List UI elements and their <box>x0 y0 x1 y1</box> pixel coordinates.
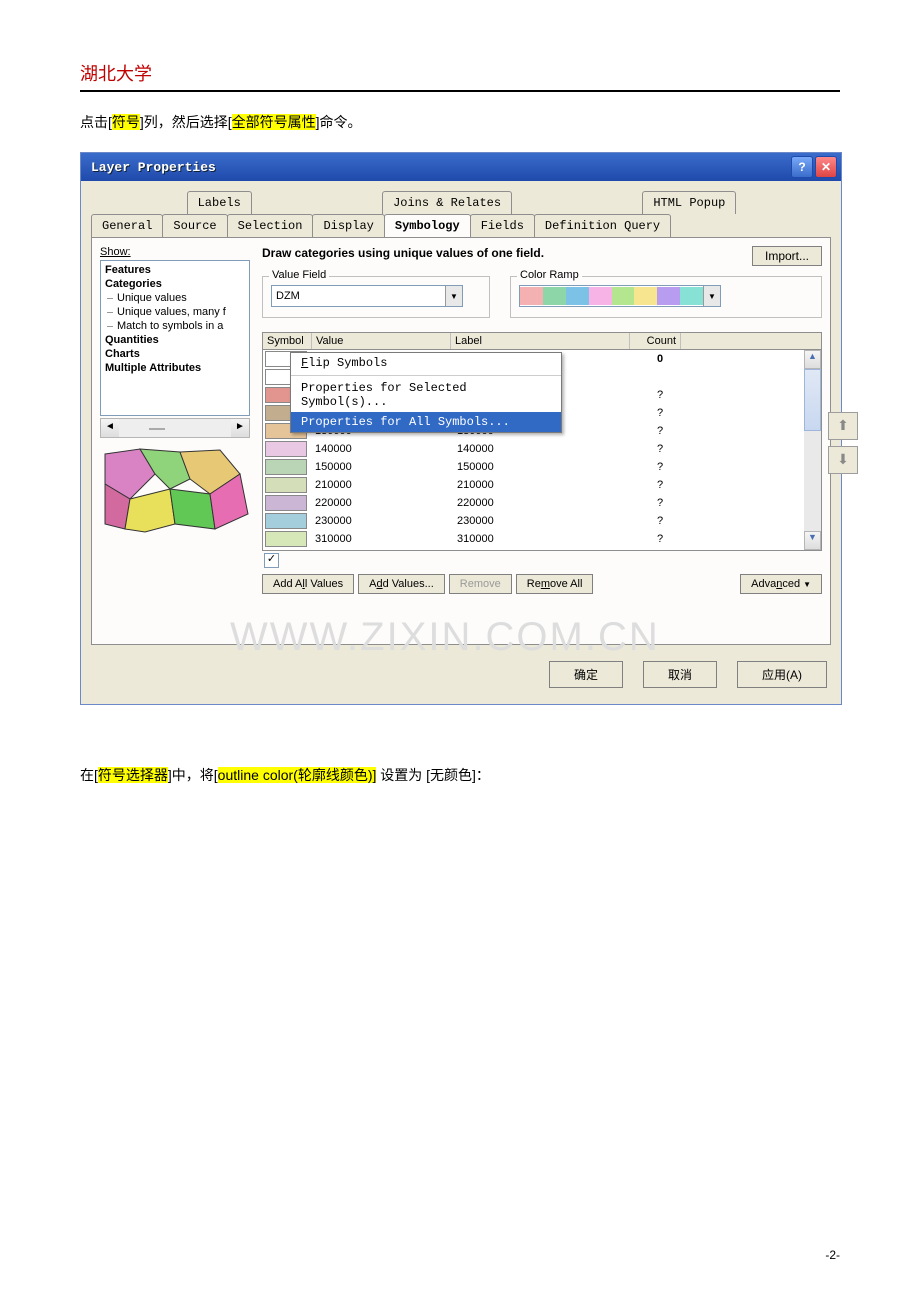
tree-item[interactable]: Match to symbols in a <box>101 319 249 333</box>
close-icon[interactable]: ✕ <box>815 156 837 178</box>
tab-selection[interactable]: Selection <box>227 214 314 237</box>
show-label: Show: <box>100 246 250 258</box>
instruction-1: 点击[符号]列，然后选择[全部符号属性]命令。 <box>80 112 840 132</box>
remove-all-button[interactable]: Remove All <box>516 574 594 594</box>
value-field-value: DZM <box>272 290 445 302</box>
tab-fields[interactable]: Fields <box>470 214 535 237</box>
tab-source[interactable]: Source <box>162 214 227 237</box>
color-ramp-legend: Color Ramp <box>517 269 582 281</box>
value-field-combo[interactable]: DZM ▼ <box>271 285 463 307</box>
scroll-left-icon[interactable]: ◄ <box>101 419 119 437</box>
color-ramp-group: Color Ramp ▼ <box>510 276 822 318</box>
apply-button[interactable]: 应用(A) <box>737 661 827 688</box>
grid-header: Symbol Value Label Count <box>263 333 821 350</box>
tree-item[interactable]: Unique values <box>101 291 249 305</box>
color-ramp-combo[interactable]: ▼ <box>519 285 721 307</box>
value-field-group: Value Field DZM ▼ <box>262 276 490 318</box>
tree-item[interactable]: Categories <box>101 277 249 291</box>
ctx-properties-all[interactable]: Properties for All Symbols... <box>291 412 561 432</box>
watermark: WWW.ZIXIN.COM.CN <box>230 615 660 660</box>
instruction-2: 在[符号选择器]中，将[outline color(轮廓线颜色)] 设置为 [无… <box>80 765 840 785</box>
tab-display[interactable]: Display <box>312 214 384 237</box>
table-row[interactable]: 220000220000? <box>263 494 821 512</box>
value-field-legend: Value Field <box>269 269 329 281</box>
tree-scrollbar[interactable]: ◄ ► <box>100 418 250 438</box>
scroll-up-icon[interactable]: ▲ <box>804 350 821 369</box>
ctx-properties-selected[interactable]: Properties for Selected Symbol(s)... <box>291 378 561 412</box>
tab-symbology[interactable]: Symbology <box>384 214 471 237</box>
tree-item[interactable]: Features <box>101 263 249 277</box>
tab-labels[interactable]: Labels <box>187 191 252 214</box>
symbology-tree[interactable]: FeaturesCategoriesUnique valuesUnique va… <box>100 260 250 416</box>
all-other-checkbox[interactable]: ✓ <box>264 553 279 568</box>
table-row[interactable]: 150000150000? <box>263 458 821 476</box>
add-all-values-button[interactable]: Add All Values <box>262 574 354 594</box>
scroll-right-icon[interactable]: ► <box>231 419 249 437</box>
table-row[interactable]: 310000310000? <box>263 530 821 548</box>
remove-button[interactable]: Remove <box>449 574 512 594</box>
tab-joins-relates[interactable]: Joins & Relates <box>382 191 512 214</box>
table-row[interactable]: 140000140000? <box>263 440 821 458</box>
tree-item[interactable]: Unique values, many f <box>101 305 249 319</box>
grid-scrollbar[interactable]: ▲ ▼ <box>804 350 821 550</box>
page-number: -2- <box>825 1248 840 1262</box>
tab-definition-query[interactable]: Definition Query <box>534 214 671 237</box>
table-row[interactable]: 230000230000? <box>263 512 821 530</box>
symbol-context-menu[interactable]: Flip Symbols Properties for Selected Sym… <box>290 352 562 433</box>
table-row[interactable]: 210000210000? <box>263 476 821 494</box>
help-icon[interactable]: ? <box>791 156 813 178</box>
cancel-button[interactable]: 取消 <box>643 661 717 688</box>
dialog-title: Layer Properties <box>85 160 789 175</box>
ctx-flip-symbols[interactable]: Flip Symbols <box>291 353 561 373</box>
move-up-button[interactable]: ⬆ <box>828 412 858 440</box>
tree-item[interactable]: Charts <box>101 347 249 361</box>
ok-button[interactable]: 确定 <box>549 661 623 688</box>
chevron-down-icon[interactable]: ▼ <box>703 286 720 306</box>
symbology-preview <box>100 444 250 534</box>
add-values-button[interactable]: Add Values... <box>358 574 445 594</box>
advanced-button[interactable]: Advanced▼ <box>740 574 822 594</box>
chevron-down-icon[interactable]: ▼ <box>445 286 462 306</box>
tree-item[interactable]: Quantities <box>101 333 249 347</box>
titlebar[interactable]: Layer Properties ? ✕ <box>81 153 841 181</box>
scroll-down-icon[interactable]: ▼ <box>804 531 821 550</box>
move-down-button[interactable]: ⬇ <box>828 446 858 474</box>
tab-html-popup[interactable]: HTML Popup <box>642 191 736 214</box>
doc-header: 湖北大学 <box>80 60 840 92</box>
draw-categories-label: Draw categories using unique values of o… <box>262 246 752 260</box>
tree-item[interactable]: Multiple Attributes <box>101 361 249 375</box>
tab-general[interactable]: General <box>91 214 163 237</box>
color-ramp-swatch <box>520 287 703 305</box>
import-button[interactable]: Import... <box>752 246 822 266</box>
